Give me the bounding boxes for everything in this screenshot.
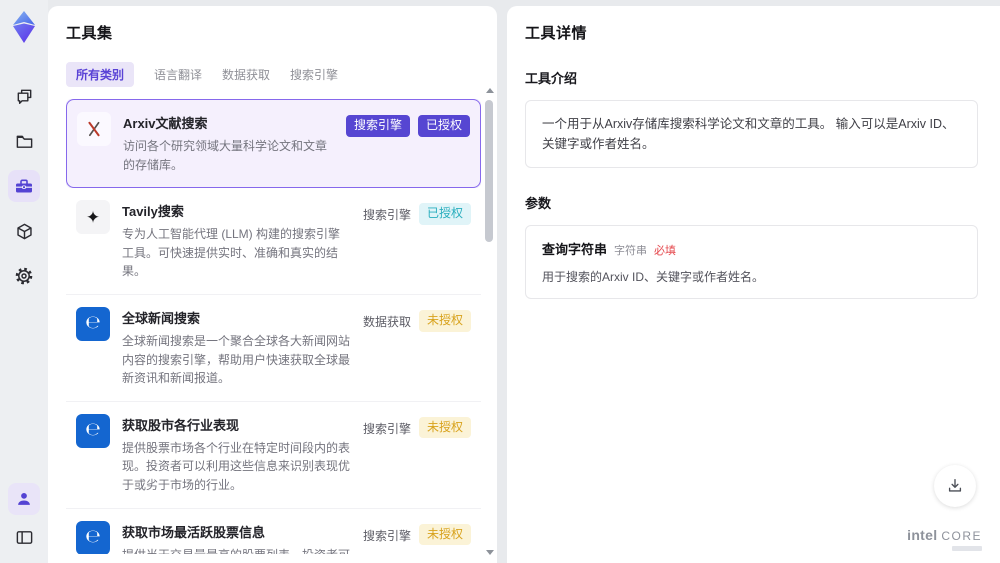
auth-status-badge: 已授权	[417, 115, 470, 137]
user-icon[interactable]	[8, 483, 40, 515]
tab-all-categories[interactable]: 所有类别	[66, 62, 135, 87]
param-desc: 用于搜索的Arxiv ID、关键字或作者姓名。	[542, 270, 765, 284]
list-scrollbar[interactable]	[485, 86, 494, 557]
params-heading: 参数	[525, 196, 552, 211]
tool-card-desc: 提供当天交易量最高的股票列表，投资者可以利用这些信息来识别流动性强的股票和潜在的…	[122, 546, 351, 554]
auth-status-badge: 未授权	[418, 416, 471, 439]
news-search-logo-icon: ℮	[76, 306, 110, 341]
details-title: 工具详情	[525, 25, 588, 42]
category-label: 搜索引擎	[362, 421, 411, 436]
tab-search-engine[interactable]: 搜索引擎	[290, 62, 338, 87]
page-title: 工具集	[66, 25, 113, 42]
arxiv-logo-icon	[77, 112, 111, 146]
settings-icon[interactable]	[8, 260, 40, 292]
param-card: 查询字符串 字符串 必填 用于搜索的Arxiv ID、关键字或作者姓名。	[525, 225, 978, 299]
intel-core-logo: intel CORE	[907, 527, 982, 551]
param-type: 字符串	[614, 245, 648, 257]
brand-core-text: CORE	[941, 529, 982, 543]
tab-data-fetch[interactable]: 数据获取	[222, 62, 270, 87]
folder-icon[interactable]	[8, 125, 40, 157]
category-tabs: 所有类别 语言翻译 数据获取 搜索引擎	[66, 62, 497, 87]
download-button[interactable]	[934, 465, 976, 507]
tool-card-title: 全球新闻搜索	[122, 310, 201, 326]
tool-card-title: Arxiv文献搜索	[123, 116, 208, 131]
intro-heading: 工具介绍	[525, 71, 578, 86]
tool-card-desc: 专为人工智能代理 (LLM) 构建的搜索引擎工具。可快速提供实时、准确和真实的结…	[122, 227, 341, 279]
panel-icon[interactable]	[8, 521, 40, 553]
tool-card-active-stocks[interactable]: ℮ 获取市场最活跃股票信息 提供当天交易量最高的股票列表，投资者可以利用这些信息…	[66, 508, 481, 554]
auth-status-badge: 未授权	[418, 523, 471, 546]
tool-card-list: Arxiv文献搜索 访问各个研究领域大量科学论文和文章的存储库。 搜索引擎 已授…	[66, 99, 481, 554]
scroll-down-arrow[interactable]	[486, 550, 494, 555]
news-search-logo-icon: ℮	[76, 520, 110, 554]
category-badge: 搜索引擎	[345, 115, 410, 137]
category-label: 搜索引擎	[362, 208, 411, 223]
brand-underline	[952, 546, 982, 551]
param-name: 查询字符串	[542, 242, 608, 257]
auth-status-badge: 未授权	[418, 309, 471, 332]
scrollbar-thumb[interactable]	[485, 100, 493, 242]
left-rail	[0, 0, 48, 563]
tool-card-title: 获取市场最活跃股票信息	[122, 524, 266, 540]
app-logo	[7, 8, 41, 46]
tool-intro-text: 一个用于从Arxiv存储库搜索科学论文和文章的工具。 输入可以是Arxiv ID…	[525, 100, 978, 168]
scroll-up-arrow[interactable]	[486, 88, 494, 93]
tool-card-arxiv[interactable]: Arxiv文献搜索 访问各个研究领域大量科学论文和文章的存储库。 搜索引擎 已授…	[66, 99, 481, 189]
tab-language-translation[interactable]: 语言翻译	[154, 62, 202, 87]
chat-icon[interactable]	[8, 80, 40, 112]
tool-card-global-news[interactable]: ℮ 全球新闻搜索 全球新闻搜索是一个聚合全球各大新闻网站内容的搜索引擎，帮助用户…	[66, 294, 481, 402]
tool-card-stock-sector[interactable]: ℮ 获取股市各行业表现 提供股票市场各个行业在特定时间段内的表现。投资者可以利用…	[66, 401, 481, 509]
toolbox-icon[interactable]	[8, 170, 40, 202]
category-label: 数据获取	[362, 314, 411, 329]
tool-card-desc: 访问各个研究领域大量科学论文和文章的存储库。	[123, 139, 328, 172]
brand-intel-text: intel	[907, 527, 938, 543]
tavily-logo-icon: ✦	[76, 200, 110, 235]
tool-card-title: Tavily搜索	[122, 204, 184, 220]
auth-status-badge: 已授权	[418, 203, 471, 225]
param-required-badge: 必填	[654, 245, 677, 257]
tool-card-desc: 全球新闻搜索是一个聚合全球各大新闻网站内容的搜索引擎，帮助用户快速获取全球最新资…	[122, 333, 351, 386]
tool-card-tavily[interactable]: ✦ Tavily搜索 专为人工智能代理 (LLM) 构建的搜索引擎工具。可快速提…	[66, 188, 481, 295]
category-label: 搜索引擎	[362, 528, 411, 543]
cube-icon[interactable]	[8, 215, 40, 247]
tool-details-panel: 工具详情 工具介绍 一个用于从Arxiv存储库搜索科学论文和文章的工具。 输入可…	[507, 6, 1000, 563]
news-search-logo-icon: ℮	[76, 413, 110, 448]
tool-list-panel: 工具集 所有类别 语言翻译 数据获取 搜索引擎 Arxiv文献搜索 访问各个研究…	[48, 6, 497, 563]
tool-card-title: 获取股市各行业表现	[122, 417, 240, 433]
tool-card-desc: 提供股票市场各个行业在特定时间段内的表现。投资者可以利用这些信息来识别表现优于或…	[122, 440, 351, 492]
